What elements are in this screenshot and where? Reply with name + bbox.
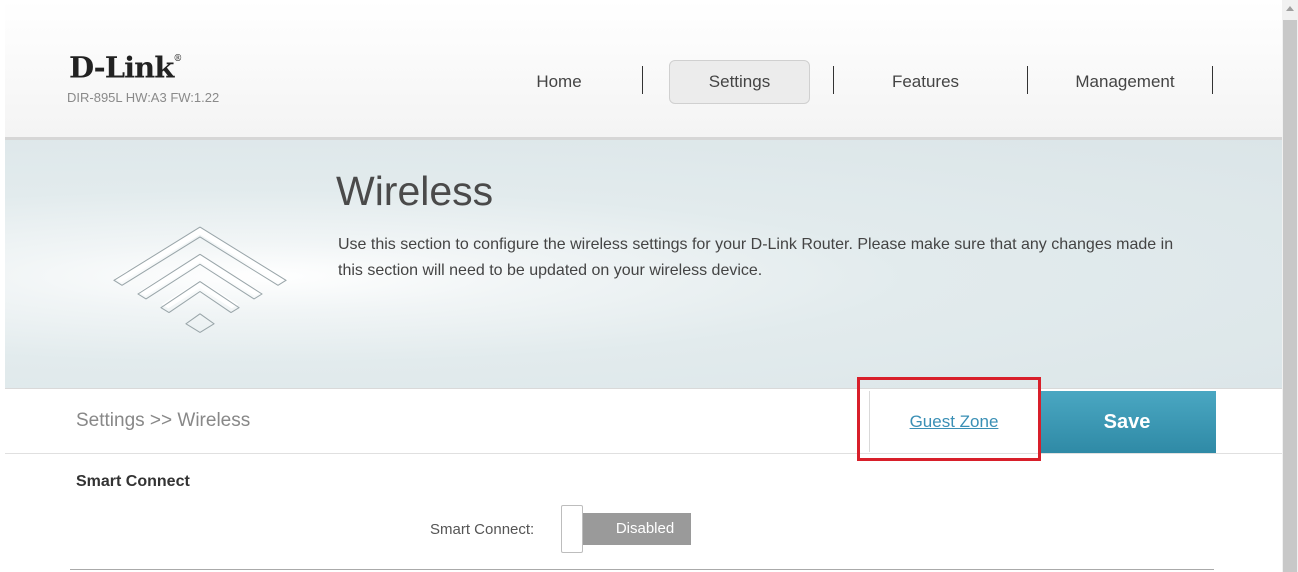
section-title-smart-connect: Smart Connect bbox=[76, 473, 190, 490]
nav-settings[interactable]: Settings bbox=[669, 60, 810, 104]
dlink-logo: D-Link® bbox=[69, 50, 182, 85]
nav-divider bbox=[1027, 66, 1028, 94]
guest-zone-button[interactable]: Guest Zone bbox=[869, 391, 1039, 452]
nav-features[interactable]: Features bbox=[873, 60, 978, 104]
smart-connect-toggle[interactable]: Disabled bbox=[561, 505, 691, 553]
toggle-knob[interactable] bbox=[561, 505, 583, 553]
save-button[interactable]: Save bbox=[1038, 391, 1216, 453]
wifi-icon bbox=[113, 226, 287, 333]
nav-divider bbox=[642, 66, 643, 94]
router-admin-page: D-Link® DIR-895L HW:A3 FW:1.22 Home Sett… bbox=[0, 0, 1282, 572]
page-banner: Wireless Use this section to configure t… bbox=[5, 140, 1282, 388]
smart-connect-label: Smart Connect: bbox=[430, 521, 535, 538]
scroll-thumb[interactable] bbox=[1283, 20, 1297, 572]
top-header: D-Link® DIR-895L HW:A3 FW:1.22 Home Sett… bbox=[5, 0, 1282, 140]
nav-divider bbox=[1212, 66, 1213, 94]
guest-zone-link[interactable]: Guest Zone bbox=[910, 412, 999, 431]
nav-divider bbox=[833, 66, 834, 94]
model-info: DIR-895L HW:A3 FW:1.22 bbox=[67, 90, 220, 105]
page-title: Wireless bbox=[336, 168, 494, 214]
section-divider bbox=[70, 569, 1214, 570]
scroll-up-icon[interactable] bbox=[1286, 6, 1294, 11]
page-description: Use this section to configure the wirele… bbox=[338, 236, 1174, 279]
nav-management[interactable]: Management bbox=[1055, 60, 1195, 104]
toggle-state-label: Disabled bbox=[579, 513, 691, 545]
vertical-scrollbar[interactable] bbox=[1282, 0, 1298, 572]
nav-home[interactable]: Home bbox=[511, 60, 607, 104]
breadcrumb: Settings >> Wireless bbox=[76, 410, 251, 431]
action-bar: Settings >> Wireless Guest Zone Save bbox=[5, 388, 1282, 454]
